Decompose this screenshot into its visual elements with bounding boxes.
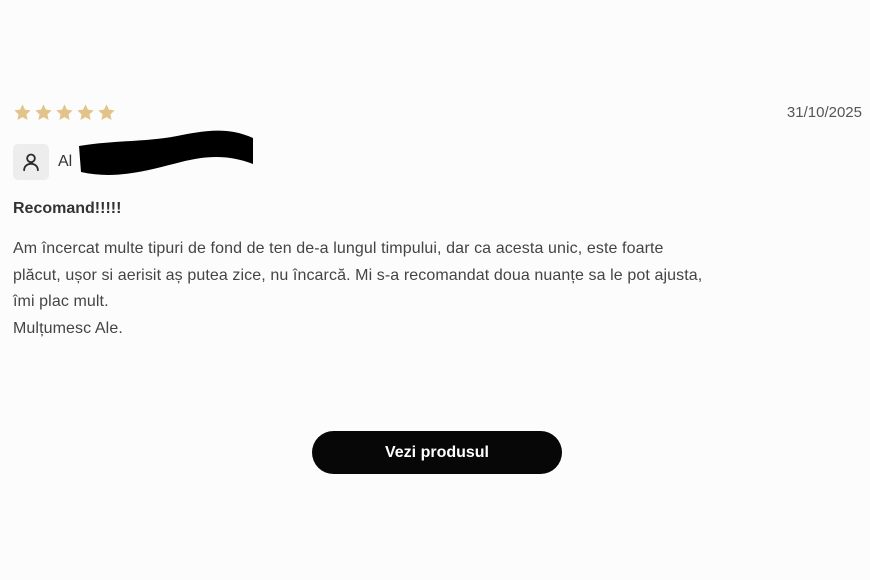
review-author: Al <box>13 130 862 180</box>
review-header: 31/10/2025 <box>13 100 862 124</box>
review-body-line: plăcut, ușor si aerisit aș putea zice, n… <box>13 266 703 284</box>
redaction-mark <box>79 130 253 175</box>
star-icon <box>76 103 95 122</box>
review-body-line: Am încercat multe tipuri de fond de ten … <box>13 240 664 257</box>
star-icon <box>97 103 116 122</box>
star-icon <box>34 103 53 122</box>
star-icon <box>13 103 32 122</box>
review-card: 31/10/2025 Al Recomand!!!!! Am încercat … <box>13 100 862 342</box>
author-name: Al <box>58 153 73 170</box>
view-product-button[interactable]: Vezi produsul <box>312 431 562 474</box>
avatar <box>13 144 49 180</box>
star-rating <box>13 103 116 122</box>
review-body: Am încercat multe tipuri de fond de ten … <box>13 236 862 342</box>
review-body-line: Mulțumesc Ale. <box>13 319 123 337</box>
review-title: Recomand!!!!! <box>13 200 122 217</box>
star-icon <box>55 103 74 122</box>
review-body-line: îmi plac mult. <box>13 293 109 310</box>
user-icon <box>20 151 42 173</box>
review-date: 31/10/2025 <box>786 103 862 121</box>
